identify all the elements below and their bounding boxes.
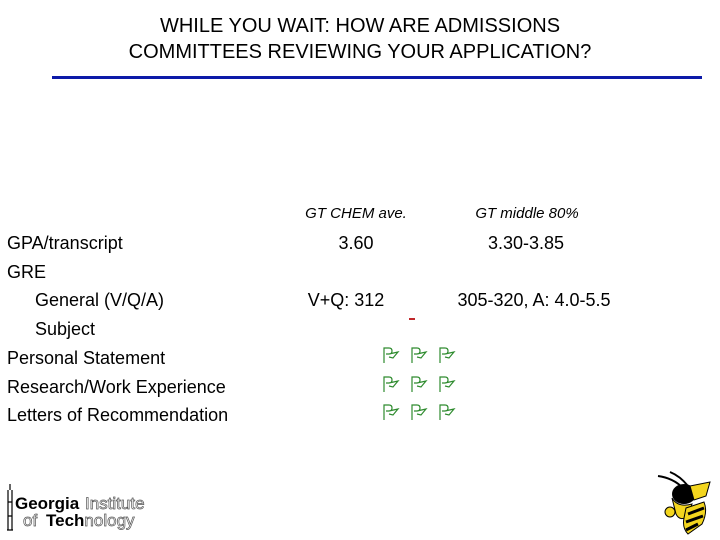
row-label-gre-subject: Subject <box>35 319 96 339</box>
flag-icon <box>411 376 428 392</box>
slide-title-line-2: COMMITTEES REVIEWING YOUR APPLICATION? <box>128 41 592 63</box>
flag-icon <box>439 404 456 420</box>
flag-icon <box>383 376 400 392</box>
logo-of: of <box>23 511 37 530</box>
flag-icon <box>439 347 456 363</box>
research-experience-marks <box>382 375 456 393</box>
row-label-personal-statement: Personal Statement <box>7 348 166 368</box>
letters-marks <box>382 403 456 421</box>
flag-icon <box>383 347 400 363</box>
logo-technology: Technology <box>46 511 135 530</box>
georgia-tech-logo: Georgia Institute of Technology <box>7 484 145 531</box>
row-label-gpa: GPA/transcript <box>7 233 123 253</box>
gpa-average: 3.60 <box>338 233 374 253</box>
slide-title: WHILE YOU WAIT: HOW ARE ADMISSIONS COMMI… <box>0 13 720 65</box>
row-label-gre: GRE <box>7 262 47 282</box>
row-label-letters: Letters of Recommendation <box>7 405 229 425</box>
row-label-gre-general: General (V/Q/A) <box>35 290 165 310</box>
flag-icon <box>411 404 428 420</box>
tower-icon <box>7 484 13 531</box>
gre-subject-not-applicable-dash <box>409 318 415 320</box>
personal-statement-marks <box>382 346 456 364</box>
column-header-gt-chem-ave: GT CHEM ave. <box>305 205 407 222</box>
flag-icon <box>383 404 400 420</box>
yellow-jacket-mascot-icon <box>657 471 711 535</box>
gre-general-average: V+Q: 312 <box>307 290 385 310</box>
gre-general-range: 305-320, A: 4.0-5.5 <box>457 290 611 310</box>
row-label-research-experience: Research/Work Experience <box>7 377 226 397</box>
title-divider <box>52 76 702 79</box>
slide-title-line-1: WHILE YOU WAIT: HOW ARE ADMISSIONS <box>159 15 561 37</box>
flag-icon <box>439 376 456 392</box>
flag-icon <box>411 347 428 363</box>
gpa-range: 3.30-3.85 <box>487 233 565 253</box>
column-header-gt-middle-80: GT middle 80% <box>475 205 579 222</box>
